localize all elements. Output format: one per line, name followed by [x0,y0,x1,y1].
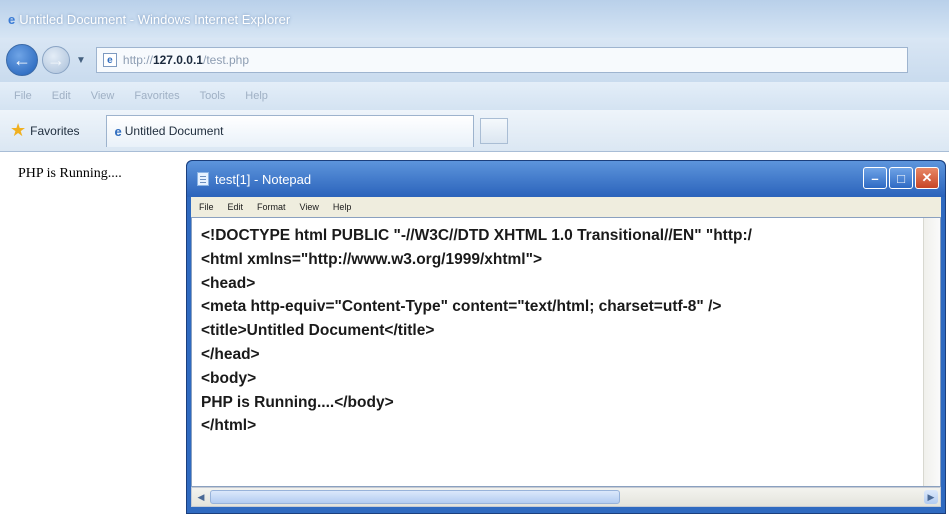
chevron-down-icon[interactable]: ▼ [76,55,86,66]
source-line: <body> [201,369,257,387]
tab-untitled-document[interactable]: e Untitled Document [105,114,474,147]
address-host: 127.0.0.1 [152,53,203,67]
notepad-menu-help[interactable]: Help [333,202,352,212]
notepad-icon [197,172,209,186]
notepad-title-bar[interactable]: test[1] - Notepad – □ ✕ [187,161,945,197]
scroll-thumb[interactable] [210,490,620,504]
ie-menu-bar: File Edit View Favorites Tools Help [0,82,949,110]
address-bar[interactable]: e http:// 127.0.0.1 /test.php [95,47,908,73]
maximize-button[interactable]: □ [889,167,913,189]
page-body-text: PHP is Running.... [18,166,122,181]
horizontal-scrollbar[interactable]: ◀ ▶ [191,487,941,507]
vertical-scrollbar[interactable] [923,218,940,486]
notepad-menu-file[interactable]: File [199,202,214,212]
notepad-menu-edit[interactable]: Edit [228,202,244,212]
source-line: </head> [201,345,260,363]
notepad-text-area[interactable]: <!DOCTYPE html PUBLIC "-//W3C//DTD XHTML… [191,217,941,487]
favorites-button[interactable]: Favorites [30,124,79,138]
source-line: <meta http-equiv="Content-Type" content=… [201,298,722,316]
ie-title-bar: e Untitled Document - Windows Internet E… [0,0,949,38]
source-line: </html> [201,417,257,435]
menu-item-file[interactable]: File [14,90,32,102]
menu-item-view[interactable]: View [91,90,115,102]
menu-item-favorites[interactable]: Favorites [134,90,179,102]
notepad-menu-view[interactable]: View [300,202,319,212]
menu-item-edit[interactable]: Edit [52,90,71,102]
tab-title: Untitled Document [124,124,224,138]
window-controls: – □ ✕ [863,167,939,189]
menu-item-tools[interactable]: Tools [200,90,226,102]
address-protocol: http:// [122,53,153,67]
back-arrow-icon[interactable]: ← [6,44,38,76]
notepad-window: test[1] - Notepad – □ ✕ File Edit Format… [186,160,946,514]
star-icon[interactable]: ★ [10,120,26,141]
address-path: /test.php [202,53,250,67]
close-button[interactable]: ✕ [915,167,939,189]
source-line: <!DOCTYPE html PUBLIC "-//W3C//DTD XHTML… [201,227,752,244]
menu-item-help[interactable]: Help [245,90,268,102]
forward-arrow-icon[interactable]: → [42,46,70,74]
minimize-button[interactable]: – [863,167,887,189]
ie-window-title: Untitled Document - Windows Internet Exp… [19,11,291,27]
ie-page-icon: e [114,123,122,139]
source-line: PHP is Running....</body> [201,393,394,411]
notepad-menu-bar: File Edit Format View Help [191,197,941,217]
scroll-right-icon[interactable]: ▶ [924,490,938,504]
notepad-menu-format[interactable]: Format [257,202,286,212]
navigation-bar: ← → ▼ e http:// 127.0.0.1 /test.php [0,38,949,82]
new-tab-button[interactable] [479,117,508,144]
source-line: <head> [201,274,256,292]
scroll-left-icon[interactable]: ◀ [194,490,208,504]
source-line: <title>Untitled Document</title> [201,322,435,340]
ie-logo-icon: e [8,11,16,27]
source-line: <html xmlns="http://www.w3.org/1999/xhtm… [201,250,542,268]
notepad-window-title: test[1] - Notepad [215,171,312,187]
favorites-bar: ★ Favorites e Untitled Document [0,110,949,152]
ie-page-icon: e [102,53,117,67]
